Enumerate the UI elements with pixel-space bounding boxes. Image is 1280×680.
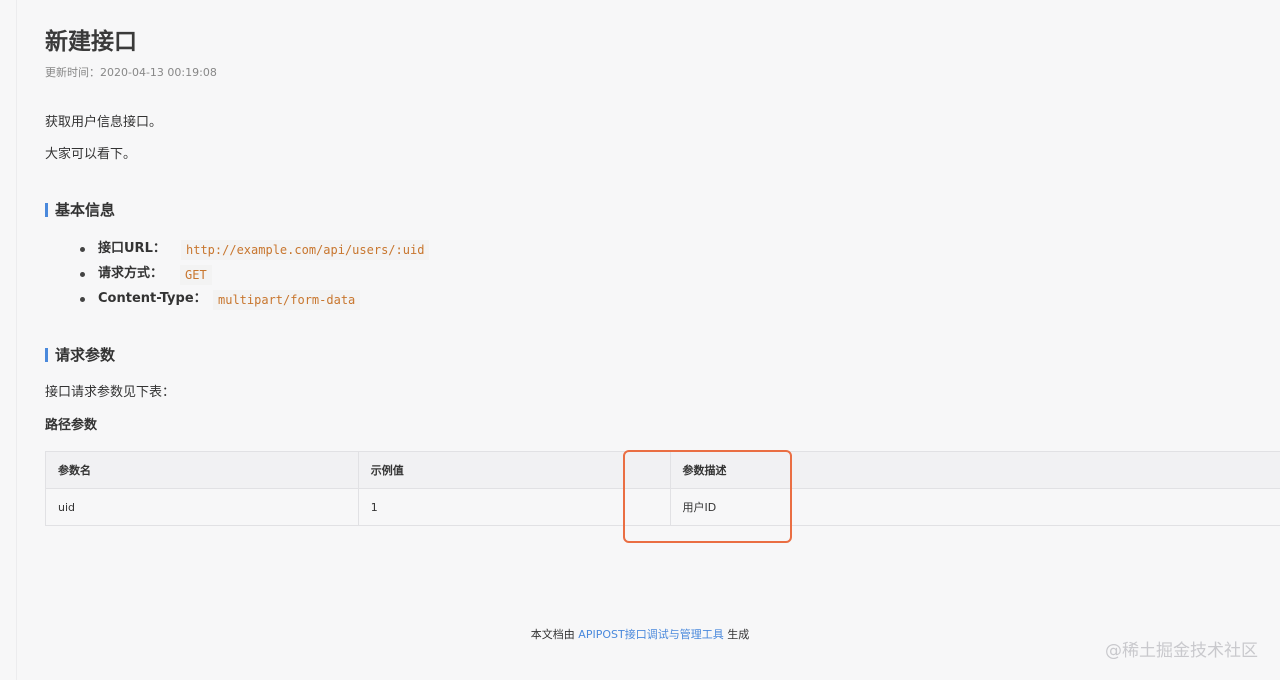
section-accent-bar bbox=[45, 348, 48, 362]
method-key: 请求方式： bbox=[98, 266, 164, 281]
content-type-value: multipart/form-data bbox=[213, 290, 361, 310]
section-accent-bar bbox=[45, 203, 48, 217]
footer-link[interactable]: APIPOST接口调试与管理工具 bbox=[578, 628, 723, 641]
description-line-2: 大家可以看下。 bbox=[45, 147, 137, 162]
bullet-dot bbox=[80, 247, 85, 252]
footer: 本文档由 APIPOST接口调试与管理工具 生成 bbox=[0, 628, 1280, 642]
watermark: @稀土掘金技术社区 bbox=[1105, 641, 1258, 661]
column-header-name: 参数名 bbox=[45, 451, 359, 489]
url-value: http://example.com/api/users/:uid bbox=[181, 240, 430, 260]
update-time: 更新时间：2020-04-13 00:19:08 bbox=[45, 66, 217, 80]
method-value: GET bbox=[180, 265, 212, 285]
params-intro: 接口请求参数见下表： bbox=[45, 385, 176, 400]
highlight-annotation-box bbox=[623, 450, 792, 543]
update-time-value: 2020-04-13 00:19:08 bbox=[100, 66, 217, 79]
path-params-heading: 路径参数 bbox=[45, 418, 98, 433]
update-time-label: 更新时间： bbox=[45, 66, 100, 79]
description-line-1: 获取用户信息接口。 bbox=[45, 115, 163, 130]
section-basic-info-title: 基本信息 bbox=[55, 201, 116, 219]
bullet-dot bbox=[80, 297, 85, 302]
page-title: 新建接口 bbox=[45, 29, 137, 55]
bullet-dot bbox=[80, 272, 85, 277]
content-type-key: Content-Type： bbox=[98, 291, 207, 306]
section-basic-info: 基本信息 bbox=[45, 200, 115, 220]
section-request-params-title: 请求参数 bbox=[55, 346, 116, 364]
footer-suffix: 生成 bbox=[723, 628, 750, 641]
footer-prefix: 本文档由 bbox=[530, 628, 579, 641]
section-request-params: 请求参数 bbox=[45, 345, 115, 365]
cell-param-name: uid bbox=[45, 488, 359, 526]
left-border bbox=[16, 0, 17, 680]
url-key: 接口URL： bbox=[98, 241, 166, 256]
